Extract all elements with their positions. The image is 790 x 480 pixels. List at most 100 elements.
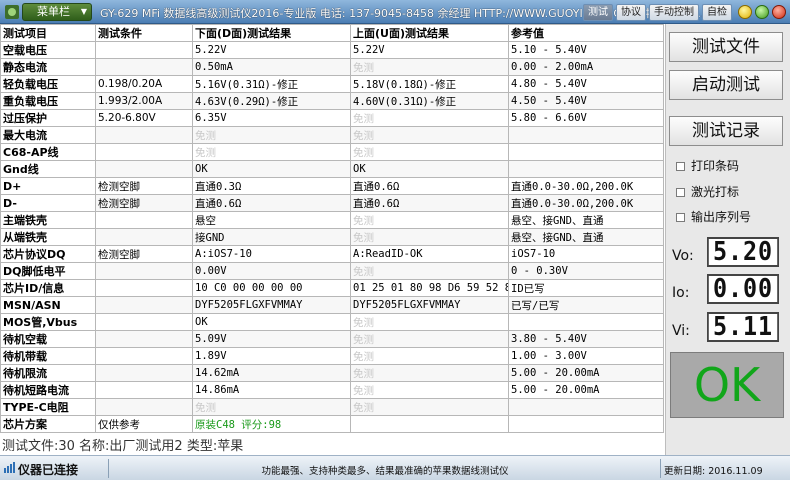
reference-cell: 5.10 - 5.40V: [508, 41, 664, 59]
down-result-cell: 5.09V: [192, 330, 351, 348]
column-header: 上面(U面)测试结果: [350, 24, 509, 42]
condition-cell: [95, 296, 193, 314]
menu-button[interactable]: 菜单栏 ▼: [22, 3, 92, 21]
up-result-cell: 直通0.6Ω: [350, 177, 509, 195]
test-record-button[interactable]: 测试记录: [669, 116, 783, 146]
print-barcode-checkbox[interactable]: 打印条码: [676, 157, 739, 174]
vo-label: Vo:: [672, 248, 694, 264]
table-row: 待机空载 5.09V 免测 3.80 - 5.40V: [0, 330, 664, 348]
start-test-button[interactable]: 启动测试: [669, 70, 783, 100]
row-name-cell: D+: [0, 177, 96, 195]
down-result-cell: 6.35V: [192, 109, 351, 127]
reference-cell: [508, 143, 664, 161]
table-row: D+ 检测空脚 直通0.3Ω 直通0.6Ω 直通0.0-30.0Ω,200.0K: [0, 177, 664, 195]
output-serial-checkbox[interactable]: 输出序列号: [676, 208, 751, 225]
reference-cell: 5.00 - 20.00mA: [508, 364, 664, 382]
table-row: C68-AP线 免测 免测: [0, 143, 664, 161]
status-bar: 仪器已连接 功能最强、支持种类最多、结果最准确的苹果数据线测试仪 更新日期: 2…: [0, 455, 790, 480]
condition-cell: 5.20-6.80V: [95, 109, 193, 127]
down-result-cell: 原装C48 评分:98: [192, 415, 351, 433]
update-date: 更新日期: 2016.11.09: [664, 466, 763, 477]
condition-cell: [95, 143, 193, 161]
test-file-button[interactable]: 测试文件: [669, 32, 783, 62]
checkbox-icon: [676, 213, 685, 222]
down-result-cell: 接GND: [192, 228, 351, 246]
row-name-cell: 轻负载电压: [0, 75, 96, 93]
table-row: 待机带载 1.89V 免测 1.00 - 3.00V: [0, 347, 664, 365]
window-title: GY-629 MFi 数据线高级测试仪2016-专业版 电话: 137-9045…: [100, 7, 705, 20]
up-result-cell: [350, 415, 509, 433]
down-result-cell: 5.22V: [192, 41, 351, 59]
down-result-cell: 1.89V: [192, 347, 351, 365]
reference-cell: ID已写: [508, 279, 664, 297]
column-header: 测试条件: [95, 24, 193, 42]
condition-cell: 0.198/0.20A: [95, 75, 193, 93]
reference-cell: 0.00 - 2.00mA: [508, 58, 664, 76]
condition-cell: [95, 398, 193, 416]
device-connected-icon: [4, 462, 15, 473]
maximize-button[interactable]: [755, 5, 769, 19]
status-divider: [660, 459, 661, 478]
row-name-cell: MSN/ASN: [0, 296, 96, 314]
condition-cell: [95, 126, 193, 144]
down-result-cell: 直通0.3Ω: [192, 177, 351, 195]
up-result-cell: 免测: [350, 109, 509, 127]
slogan-text: 功能最强、支持种类最多、结果最准确的苹果数据线测试仪: [261, 466, 509, 477]
table-header-row: 测试项目 测试条件 下面(D面)测试结果 上面(U面)测试结果 参考值: [0, 24, 664, 42]
down-result-cell: DYF5205FLGXFVMMAY: [192, 296, 351, 314]
condition-cell: [95, 364, 193, 382]
row-name-cell: 待机空载: [0, 330, 96, 348]
tab-manual-control[interactable]: 手动控制: [649, 4, 699, 21]
up-result-cell: 01 25 01 80 98 D6 59 52 8: [350, 279, 509, 297]
up-result-cell: 免测: [350, 211, 509, 229]
reference-cell: 0 - 0.30V: [508, 262, 664, 280]
table-row: 芯片协议DQ 检测空脚 A:iOS7-10 A:ReadID-OK iOS7-10: [0, 245, 664, 263]
up-result-cell: 免测: [350, 313, 509, 331]
control-panel: 测试文件 启动测试 测试记录 打印条码 激光打标 输出序列号 Vo: 5.20 …: [665, 24, 790, 455]
table-row: 空载电压 5.22V 5.22V 5.10 - 5.40V: [0, 41, 664, 59]
down-result-cell: 免测: [192, 126, 351, 144]
condition-cell: [95, 330, 193, 348]
tab-protocol[interactable]: 协议: [616, 4, 646, 21]
column-header: 下面(D面)测试结果: [192, 24, 351, 42]
reference-cell: [508, 313, 664, 331]
row-name-cell: Gnd线: [0, 160, 96, 178]
table-row: MOS管,Vbus OK 免测: [0, 313, 664, 331]
condition-cell: 1.993/2.00A: [95, 92, 193, 110]
condition-cell: [95, 313, 193, 331]
menu-button-label: 菜单栏: [37, 5, 70, 18]
down-result-cell: 0.50mA: [192, 58, 351, 76]
up-result-cell: 免测: [350, 381, 509, 399]
minimize-button[interactable]: [738, 5, 752, 19]
down-result-cell: 5.16V(0.31Ω)-修正: [192, 75, 351, 93]
reference-cell: 4.50 - 5.40V: [508, 92, 664, 110]
laser-mark-checkbox[interactable]: 激光打标: [676, 183, 739, 200]
table-row: 主端铁壳 悬空 免测 悬空、接GND、直通: [0, 211, 664, 229]
tab-self-check[interactable]: 自检: [702, 4, 732, 21]
reference-cell: 直通0.0-30.0Ω,200.0K: [508, 177, 664, 195]
reference-cell: 直通0.0-30.0Ω,200.0K: [508, 194, 664, 212]
row-name-cell: 过压保护: [0, 109, 96, 127]
table-row: Gnd线 OK OK: [0, 160, 664, 178]
down-result-cell: 14.62mA: [192, 364, 351, 382]
condition-cell: 检测空脚: [95, 177, 193, 195]
close-button[interactable]: [772, 5, 786, 19]
up-result-cell: 免测: [350, 330, 509, 348]
reference-cell: 悬空、接GND、直通: [508, 211, 664, 229]
down-result-cell: 10 C0 00 00 00 00: [192, 279, 351, 297]
checkbox-icon: [676, 188, 685, 197]
checkbox-icon: [676, 162, 685, 171]
down-result-cell: 免测: [192, 143, 351, 161]
condition-cell: [95, 160, 193, 178]
row-name-cell: 最大电流: [0, 126, 96, 144]
up-result-cell: 免测: [350, 398, 509, 416]
up-result-cell: OK: [350, 160, 509, 178]
condition-cell: 检测空脚: [95, 194, 193, 212]
up-result-cell: 免测: [350, 126, 509, 144]
table-row: 芯片ID/信息 10 C0 00 00 00 00 01 25 01 80 98 D…: [0, 279, 664, 297]
condition-cell: [95, 279, 193, 297]
row-name-cell: 芯片协议DQ: [0, 245, 96, 263]
row-name-cell: 待机限流: [0, 364, 96, 382]
table-row: 重负载电压 1.993/2.00A 4.63V(0.29Ω)-修正 4.60V(0.3…: [0, 92, 664, 110]
tab-test[interactable]: 测试: [583, 4, 613, 21]
